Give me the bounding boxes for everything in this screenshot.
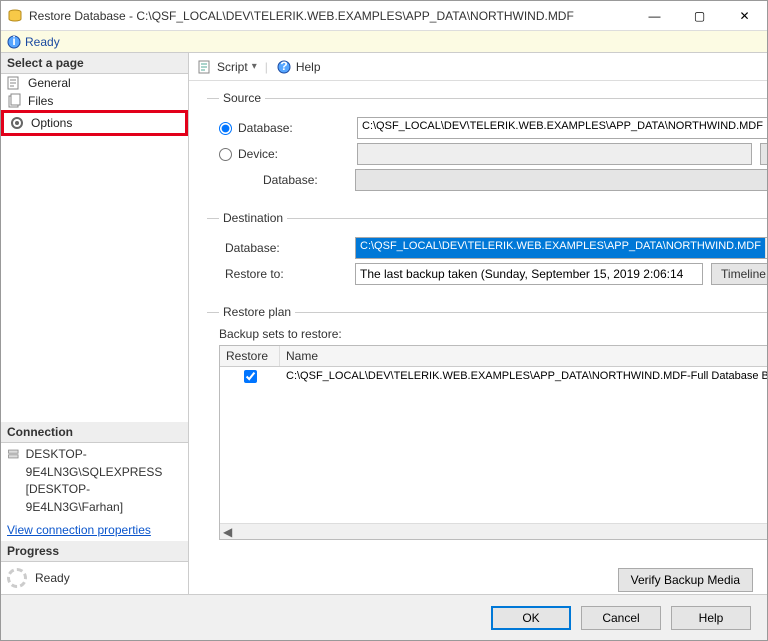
help-button[interactable]: Help xyxy=(671,606,751,630)
svg-text:i: i xyxy=(12,35,15,48)
help-button[interactable]: ? Help xyxy=(276,59,321,75)
dialog-window: Restore Database - C:\QSF_LOCAL\DEV\TELE… xyxy=(0,0,768,641)
source-database-radio-label[interactable]: Database: xyxy=(219,121,349,135)
progress-status: Ready xyxy=(1,562,188,594)
titlebar: Restore Database - C:\QSF_LOCAL\DEV\TELE… xyxy=(1,1,767,31)
source-sub-database-label: Database: xyxy=(219,173,347,187)
script-button[interactable]: Script ▾ xyxy=(197,59,257,75)
backup-sets-label: Backup sets to restore: xyxy=(219,327,767,341)
right-pane: Script ▾ | ? Help Source Database: xyxy=(189,53,767,594)
col-name[interactable]: Name xyxy=(280,346,767,366)
window-title: Restore Database - C:\QSF_LOCAL\DEV\TELE… xyxy=(29,9,632,23)
ready-bar: i Ready xyxy=(1,31,767,53)
source-sub-database-dropdown: ▾ xyxy=(355,169,767,191)
destination-group: Destination Database: C:\QSF_LOCAL\DEV\T… xyxy=(207,211,767,301)
timeline-button[interactable]: Timeline... xyxy=(711,263,767,285)
verify-backup-media-button[interactable]: Verify Backup Media xyxy=(618,568,753,592)
progress-heading: Progress xyxy=(1,541,188,562)
sidebar-item-options[interactable]: Options xyxy=(1,110,188,136)
sidebar-item-files[interactable]: Files xyxy=(1,92,188,110)
select-page-heading: Select a page xyxy=(1,53,188,74)
source-database-dropdown[interactable]: C:\QSF_LOCAL\DEV\TELERIK.WEB.EXAMPLES\AP… xyxy=(357,117,767,139)
options-icon xyxy=(9,115,25,131)
source-group: Source Database: C:\QSF_LOCAL\DEV\TELERI… xyxy=(207,91,767,207)
connection-info: DESKTOP-9E4LN3G\SQLEXPRESS [DESKTOP-9E4L… xyxy=(1,443,188,519)
source-database-radio[interactable] xyxy=(219,122,232,135)
chevron-down-icon[interactable]: ▾ xyxy=(765,238,767,258)
svg-text:?: ? xyxy=(280,59,287,73)
view-connection-properties-link[interactable]: View connection properties xyxy=(1,519,188,541)
files-icon xyxy=(6,93,22,109)
connection-heading: Connection xyxy=(1,422,188,443)
horizontal-scrollbar[interactable]: ◀▶ xyxy=(220,523,767,539)
progress-spinner-icon xyxy=(7,568,27,588)
sidebar-item-label: General xyxy=(28,76,71,90)
sidebar-item-label: Files xyxy=(28,94,53,108)
table-row[interactable]: C:\QSF_LOCAL\DEV\TELERIK.WEB.EXAMPLES\AP… xyxy=(220,367,767,389)
ready-icon: i xyxy=(7,35,21,49)
maximize-button[interactable]: ▢ xyxy=(677,2,722,30)
sidebar: Select a page General Files Options Conn… xyxy=(1,53,189,594)
script-icon xyxy=(197,59,213,75)
source-device-input xyxy=(357,143,752,165)
restore-checkbox[interactable] xyxy=(244,370,257,383)
restore-plan-legend: Restore plan xyxy=(219,305,295,319)
browse-device-button[interactable]: ... xyxy=(760,143,767,165)
help-icon: ? xyxy=(276,59,292,75)
restore-to-input xyxy=(355,263,703,285)
page-icon xyxy=(6,75,22,91)
restore-plan-group: Restore plan Backup sets to restore: Res… xyxy=(207,305,767,552)
dialog-footer: OK Cancel Help xyxy=(1,594,767,640)
restore-db-icon xyxy=(7,8,23,24)
sidebar-item-general[interactable]: General xyxy=(1,74,188,92)
toolbar: Script ▾ | ? Help xyxy=(189,53,767,81)
grid-header: Restore Name Compo xyxy=(220,346,767,367)
source-legend: Source xyxy=(219,91,265,105)
ready-text: Ready xyxy=(25,35,60,49)
destination-database-label: Database: xyxy=(219,241,347,255)
server-icon xyxy=(7,446,20,462)
minimize-button[interactable]: — xyxy=(632,2,677,30)
source-device-radio[interactable] xyxy=(219,148,232,161)
destination-database-dropdown[interactable]: C:\QSF_LOCAL\DEV\TELERIK.WEB.EXAMPLES\AP… xyxy=(355,237,767,259)
destination-legend: Destination xyxy=(219,211,287,225)
backup-sets-grid: Restore Name Compo C:\QSF_LOCAL\DEV\TELE… xyxy=(219,345,767,540)
ok-button[interactable]: OK xyxy=(491,606,571,630)
col-restore[interactable]: Restore xyxy=(220,346,280,366)
close-button[interactable]: ✕ xyxy=(722,2,767,30)
source-device-radio-label[interactable]: Device: xyxy=(219,147,349,161)
chevron-down-icon: ▾ xyxy=(252,61,257,72)
restore-to-label: Restore to: xyxy=(219,267,347,281)
cancel-button[interactable]: Cancel xyxy=(581,606,661,630)
sidebar-item-label: Options xyxy=(31,116,72,130)
